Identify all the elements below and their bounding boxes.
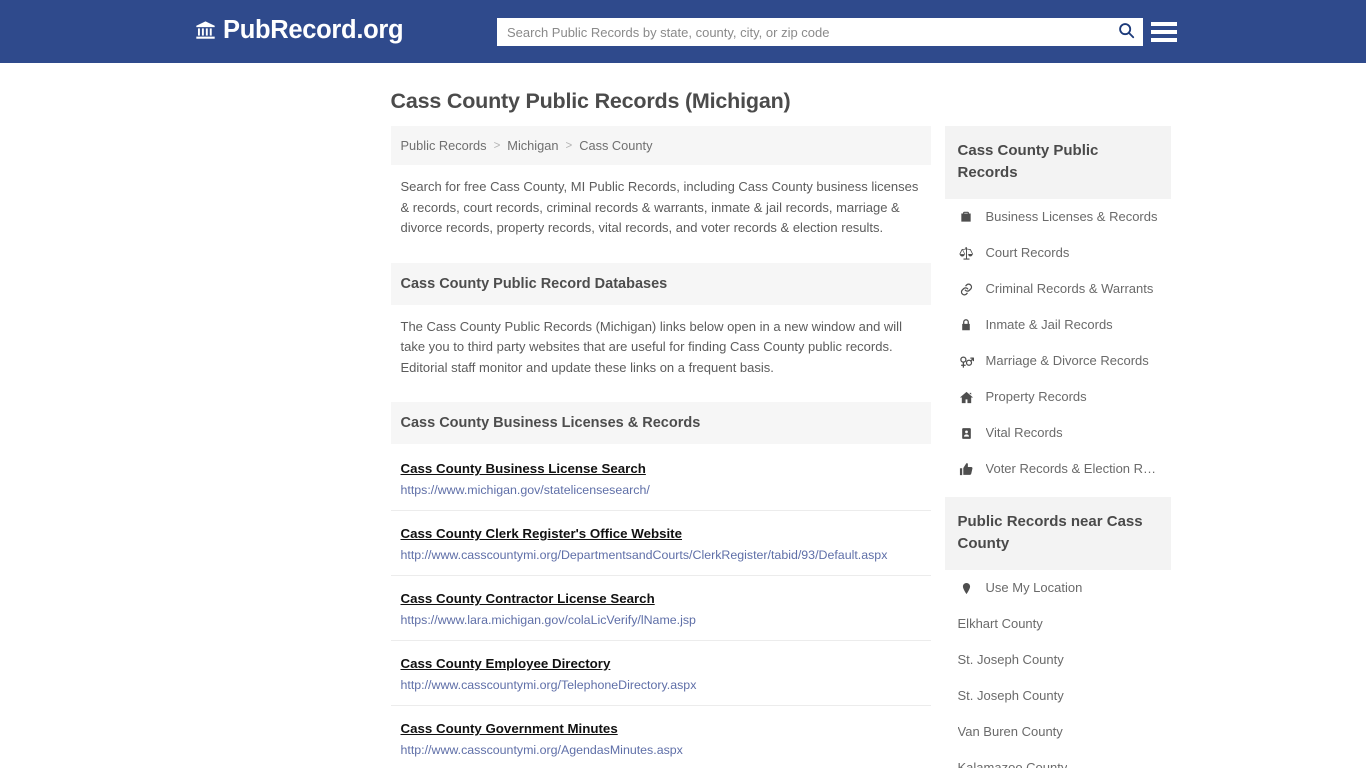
site-logo[interactable]: PubRecord.org: [195, 16, 404, 44]
site-logo-text: PubRecord.org: [223, 16, 404, 44]
sidebar-nearby-heading: Public Records near Cass County: [944, 497, 1171, 570]
sidebar-item-st-joseph-county[interactable]: St. Joseph County: [945, 642, 1171, 678]
sidebar-item-label: Use My Location: [985, 580, 1083, 595]
page-body: Cass County Public Records (Michigan) Pu…: [0, 63, 1366, 768]
thumbs-up-icon: [958, 462, 975, 477]
site-header: PubRecord.org: [0, 0, 1366, 63]
sidebar-item-st-joseph-county[interactable]: St. Joseph County: [945, 678, 1171, 714]
breadcrumb-separator-icon: >: [565, 139, 573, 152]
list-item: Cass County Employee Directory http://ww…: [390, 641, 931, 706]
sidebar-item-kalamazoo-county[interactable]: Kalamazoo County: [945, 750, 1171, 768]
balance-scale-icon: [958, 246, 975, 261]
main-column: Public Records > Michigan > Cass County …: [390, 126, 931, 768]
sidebar-item-voter-records[interactable]: Voter Records & Election R…: [945, 451, 1171, 487]
sidebar-item-label: Property Records: [985, 389, 1087, 404]
sidebar-item-label: Marriage & Divorce Records: [985, 353, 1149, 368]
breadcrumb-separator-icon: >: [493, 139, 501, 152]
bank-icon: [195, 20, 216, 41]
hamburger-menu-icon: [1151, 38, 1177, 42]
search-bar: [497, 18, 1143, 46]
record-link-title[interactable]: Cass County Business License Search: [401, 461, 646, 476]
sidebar-item-marriage-divorce-records[interactable]: Marriage & Divorce Records: [945, 343, 1171, 379]
sidebar-item-criminal-records[interactable]: Criminal Records & Warrants: [945, 271, 1171, 307]
record-link-url[interactable]: http://www.casscountymi.org/TelephoneDir…: [401, 678, 921, 692]
section-heading-databases: Cass County Public Record Databases: [390, 262, 931, 305]
record-link-url[interactable]: https://www.lara.michigan.gov/colaLicVer…: [401, 613, 921, 627]
sidebar-records-list: Business Licenses & Records Court Record…: [945, 199, 1171, 487]
list-item: Cass County Business License Search http…: [390, 444, 931, 511]
sidebar-records-heading: Cass County Public Records: [944, 126, 1171, 199]
briefcase-icon: [958, 210, 975, 224]
sidebar-item-inmate-jail-records[interactable]: Inmate & Jail Records: [945, 307, 1171, 343]
search-button[interactable]: [1109, 18, 1143, 46]
breadcrumb: Public Records > Michigan > Cass County: [390, 126, 931, 165]
content-container: Cass County Public Records (Michigan) Pu…: [196, 63, 1171, 768]
record-link-url[interactable]: https://www.michigan.gov/statelicensesea…: [401, 483, 921, 497]
record-link-title[interactable]: Cass County Employee Directory: [401, 656, 611, 671]
venus-mars-icon: [958, 354, 975, 369]
page-title: Cass County Public Records (Michigan): [390, 89, 791, 113]
record-link-title[interactable]: Cass County Contractor License Search: [401, 591, 655, 606]
sidebar-item-label: Kalamazoo County: [957, 760, 1068, 768]
id-card-icon: [958, 427, 975, 440]
sidebar-item-elkhart-county[interactable]: Elkhart County: [945, 606, 1171, 642]
sidebar: Cass County Public Records Business Lice…: [944, 126, 1171, 768]
sidebar-nearby-list: Use My Location Elkhart County St. Josep…: [945, 570, 1171, 768]
record-link-title[interactable]: Cass County Clerk Register's Office Webs…: [401, 526, 683, 541]
sidebar-item-label: Criminal Records & Warrants: [985, 281, 1154, 296]
breadcrumb-item-public-records[interactable]: Public Records: [401, 138, 487, 153]
sidebar-item-court-records[interactable]: Court Records: [945, 235, 1171, 271]
list-item: Cass County Clerk Register's Office Webs…: [390, 511, 931, 576]
sidebar-item-van-buren-county[interactable]: Van Buren County: [945, 714, 1171, 750]
breadcrumb-item-michigan[interactable]: Michigan: [507, 138, 558, 153]
breadcrumb-item-cass-county[interactable]: Cass County: [579, 138, 652, 153]
section-heading-business-licenses: Cass County Business Licenses & Records: [390, 402, 931, 444]
sidebar-item-label: Elkhart County: [957, 616, 1043, 631]
map-pin-icon: [958, 582, 975, 595]
list-item: Cass County Contractor License Search ht…: [390, 576, 931, 641]
sidebar-item-property-records[interactable]: Property Records: [945, 379, 1171, 415]
search-input[interactable]: [497, 18, 1109, 46]
intro-paragraph: Search for free Cass County, MI Public R…: [400, 179, 919, 235]
sidebar-item-vital-records[interactable]: Vital Records: [945, 415, 1171, 451]
link-chain-icon: [958, 282, 975, 297]
hamburger-menu-icon: [1151, 22, 1177, 26]
hamburger-menu-icon: [1151, 30, 1177, 34]
sidebar-item-label: Vital Records: [985, 425, 1063, 440]
home-icon: [958, 390, 975, 405]
sidebar-item-business-licenses[interactable]: Business Licenses & Records: [945, 199, 1171, 235]
sidebar-item-label: Voter Records & Election R…: [985, 461, 1157, 476]
two-column-layout: Public Records > Michigan > Cass County …: [390, 126, 1171, 768]
sidebar-item-label: Court Records: [985, 245, 1070, 260]
list-item: Cass County Government Minutes http://ww…: [391, 706, 931, 768]
sidebar-item-label: Van Buren County: [957, 724, 1063, 739]
sidebar-nearby-box: Public Records near Cass County Use My L…: [944, 497, 1171, 768]
hamburger-menu-button[interactable]: [1151, 19, 1177, 45]
databases-paragraph: The Cass County Public Records (Michigan…: [400, 318, 902, 375]
sidebar-item-label: Inmate & Jail Records: [985, 317, 1113, 332]
sidebar-item-label: St. Joseph County: [957, 652, 1064, 667]
sidebar-records-box: Cass County Public Records Business Lice…: [944, 126, 1171, 487]
lock-icon: [958, 318, 975, 332]
sidebar-item-label: St. Joseph County: [957, 688, 1064, 703]
record-link-url[interactable]: http://www.casscountymi.org/AgendasMinut…: [401, 743, 921, 757]
sidebar-item-use-my-location[interactable]: Use My Location: [945, 570, 1171, 606]
record-link-url[interactable]: http://www.casscountymi.org/Departmentsa…: [401, 548, 921, 562]
sidebar-item-label: Business Licenses & Records: [985, 209, 1158, 224]
record-link-title[interactable]: Cass County Government Minutes: [401, 721, 618, 736]
business-links-list: Cass County Business License Search http…: [390, 444, 931, 768]
search-icon: [1117, 21, 1136, 43]
